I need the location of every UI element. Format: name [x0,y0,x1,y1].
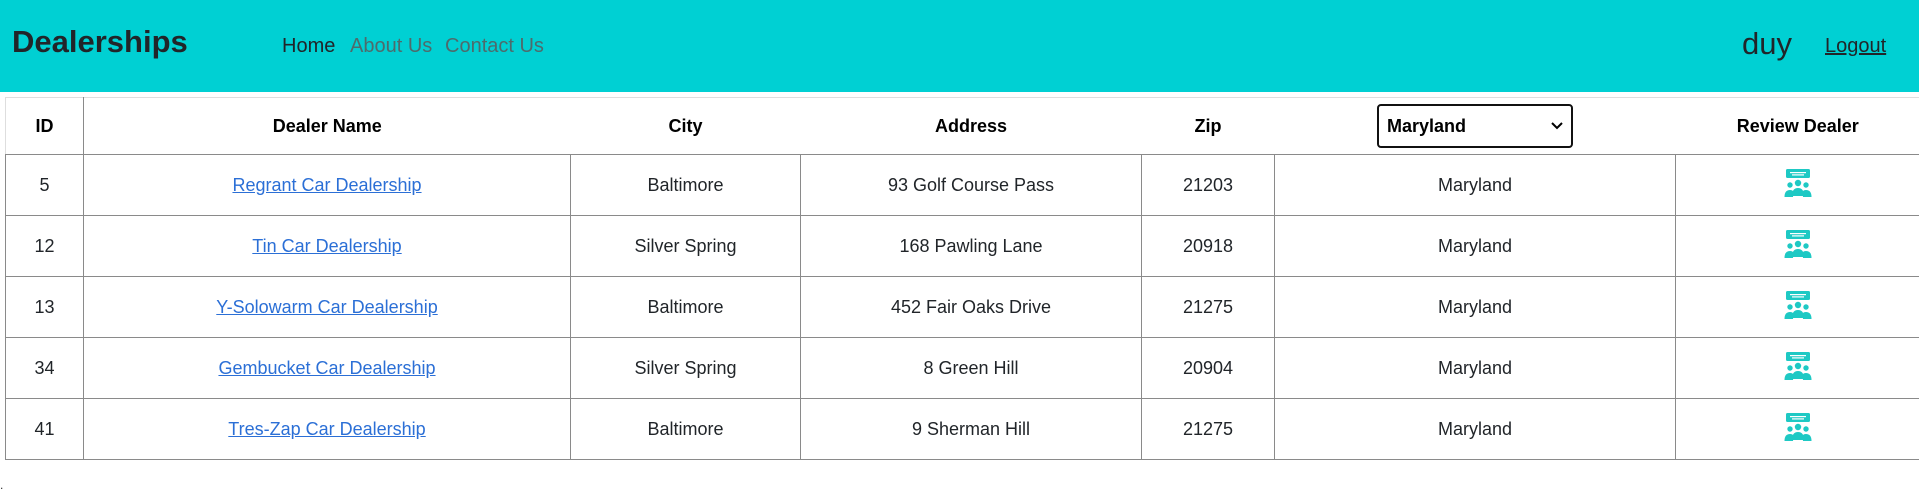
table-row: 41 Tres-Zap Car Dealership Baltimore 9 S… [6,399,1919,460]
cell-zip: 21275 [1142,277,1275,338]
cell-city: Silver Spring [571,216,801,277]
header-id: ID [6,98,84,155]
cell-state: Maryland [1275,277,1676,338]
table-row: 12 Tin Car Dealership Silver Spring 168 … [6,216,1919,277]
cell-dealer-name: Tin Car Dealership [84,216,571,277]
table-row: 5 Regrant Car Dealership Baltimore 93 Go… [6,155,1919,216]
brand-title[interactable]: Dealerships [12,24,188,60]
header-city: City [571,98,801,155]
cell-city: Baltimore [571,399,801,460]
cell-state: Maryland [1275,338,1676,399]
cell-dealer-name: Tres-Zap Car Dealership [84,399,571,460]
cell-dealer-name: Regrant Car Dealership [84,155,571,216]
review-people-icon[interactable] [1783,229,1813,264]
dealer-link[interactable]: Gembucket Car Dealership [218,358,435,378]
username-label: duy [1742,26,1792,62]
cell-review [1676,216,1919,277]
review-people-icon[interactable] [1783,168,1813,203]
stray-dot: . [0,478,3,492]
table-header-row: ID Dealer Name City Address Zip Maryland… [6,98,1919,155]
cell-dealer-name: Gembucket Car Dealership [84,338,571,399]
state-filter-select[interactable]: Maryland [1377,104,1573,148]
table-row: 13 Y-Solowarm Car Dealership Baltimore 4… [6,277,1919,338]
dealer-link[interactable]: Tres-Zap Car Dealership [228,419,425,439]
dealers-table: ID Dealer Name City Address Zip Maryland… [5,97,1919,460]
logout-link[interactable]: Logout [1825,35,1886,58]
cell-dealer-name: Y-Solowarm Car Dealership [84,277,571,338]
table-row: 34 Gembucket Car Dealership Silver Sprin… [6,338,1919,399]
cell-id: 13 [6,277,84,338]
nav-about-link[interactable]: About Us [350,35,432,58]
cell-zip: 20904 [1142,338,1275,399]
cell-city: Baltimore [571,277,801,338]
cell-id: 12 [6,216,84,277]
cell-address: 452 Fair Oaks Drive [801,277,1142,338]
cell-zip: 20918 [1142,216,1275,277]
cell-address: 8 Green Hill [801,338,1142,399]
cell-state: Maryland [1275,216,1676,277]
header-dealer-name: Dealer Name [84,98,571,155]
cell-address: 9 Sherman Hill [801,399,1142,460]
cell-city: Silver Spring [571,338,801,399]
dealer-link[interactable]: Y-Solowarm Car Dealership [216,297,437,317]
cell-state: Maryland [1275,155,1676,216]
cell-address: 93 Golf Course Pass [801,155,1142,216]
review-people-icon[interactable] [1783,351,1813,386]
cell-review [1676,277,1919,338]
state-filter-value: Maryland [1387,116,1466,137]
cell-id: 5 [6,155,84,216]
cell-address: 168 Pawling Lane [801,216,1142,277]
dealers-table-container: ID Dealer Name City Address Zip Maryland… [5,97,1919,460]
cell-zip: 21275 [1142,399,1275,460]
header-zip: Zip [1142,98,1275,155]
nav-home-link[interactable]: Home [282,35,335,58]
cell-id: 34 [6,338,84,399]
navbar: Dealerships Home About Us Contact Us duy… [0,0,1919,92]
nav-contact-link[interactable]: Contact Us [445,35,544,58]
cell-city: Baltimore [571,155,801,216]
dealer-link[interactable]: Tin Car Dealership [252,236,401,256]
review-people-icon[interactable] [1783,290,1813,325]
cell-zip: 21203 [1142,155,1275,216]
chevron-down-icon [1551,122,1563,130]
dealer-link[interactable]: Regrant Car Dealership [232,175,421,195]
review-people-icon[interactable] [1783,412,1813,447]
cell-review [1676,338,1919,399]
header-state-filter: Maryland [1275,98,1676,155]
cell-review [1676,399,1919,460]
cell-id: 41 [6,399,84,460]
cell-state: Maryland [1275,399,1676,460]
cell-review [1676,155,1919,216]
header-review-dealer: Review Dealer [1676,98,1919,155]
header-address: Address [801,98,1142,155]
